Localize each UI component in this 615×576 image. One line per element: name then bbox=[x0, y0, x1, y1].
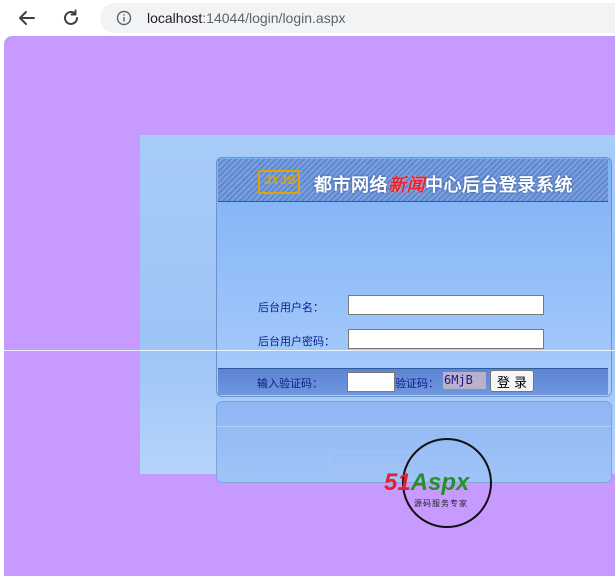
51aspx-watermark: 51Aspx 源码服务专家 bbox=[384, 438, 514, 538]
url-text: localhost:14044/login/login.aspx bbox=[147, 10, 346, 26]
watermark-brand: 51Aspx bbox=[384, 469, 469, 497]
url-host: localhost bbox=[147, 10, 203, 26]
reload-button[interactable] bbox=[59, 6, 83, 30]
password-label: 后台用户密码： bbox=[258, 335, 335, 348]
lower-panel-divider bbox=[217, 426, 611, 427]
back-button[interactable] bbox=[15, 6, 39, 30]
captcha-input-label: 输入验证码： bbox=[257, 377, 323, 390]
logo-text: JYJS bbox=[264, 172, 296, 187]
watermark-tagline: 源码服务专家 bbox=[414, 499, 468, 508]
banner-title-prefix: 都市网络 bbox=[314, 175, 388, 196]
captcha-bar: 输入验证码： 验证码： 6MjB 登 录 bbox=[218, 368, 608, 395]
login-stage: JYJS 都市网络新闻中心后台登录系统 后台用户名： 后台用户密码： 输入验证码… bbox=[4, 135, 615, 483]
browser-toolbar: localhost:14044/login/login.aspx bbox=[0, 0, 615, 36]
page-viewport: JYJS 都市网络新闻中心后台登录系统 后台用户名： 后台用户密码： 输入验证码… bbox=[4, 36, 615, 576]
address-bar[interactable]: localhost:14044/login/login.aspx bbox=[100, 3, 615, 33]
site-logo: JYJS bbox=[258, 170, 300, 194]
watermark-brand-red: 51 bbox=[384, 469, 411, 496]
info-icon[interactable] bbox=[116, 10, 132, 26]
username-input[interactable] bbox=[348, 295, 544, 315]
login-banner: JYJS 都市网络新闻中心后台登录系统 bbox=[218, 159, 608, 202]
banner-title-suffix: 中心后台登录系统 bbox=[425, 175, 573, 196]
banner-title-accent: 新闻 bbox=[388, 175, 425, 196]
password-input[interactable] bbox=[348, 329, 544, 349]
login-button[interactable]: 登 录 bbox=[490, 370, 534, 392]
url-path: :14044/login/login.aspx bbox=[202, 10, 346, 26]
login-panel: JYJS 都市网络新闻中心后台登录系统 后台用户名： 后台用户密码： 输入验证码… bbox=[216, 157, 612, 397]
watermark-brand-green: Aspx bbox=[410, 469, 470, 496]
captcha-input[interactable] bbox=[347, 372, 395, 392]
captcha-label: 验证码： bbox=[395, 377, 439, 390]
captcha-image[interactable]: 6MjB bbox=[443, 372, 486, 389]
username-label: 后台用户名： bbox=[258, 301, 324, 314]
back-arrow-icon bbox=[19, 11, 35, 25]
banner-title: 都市网络新闻中心后台登录系统 bbox=[314, 171, 573, 197]
reload-icon bbox=[64, 9, 78, 25]
